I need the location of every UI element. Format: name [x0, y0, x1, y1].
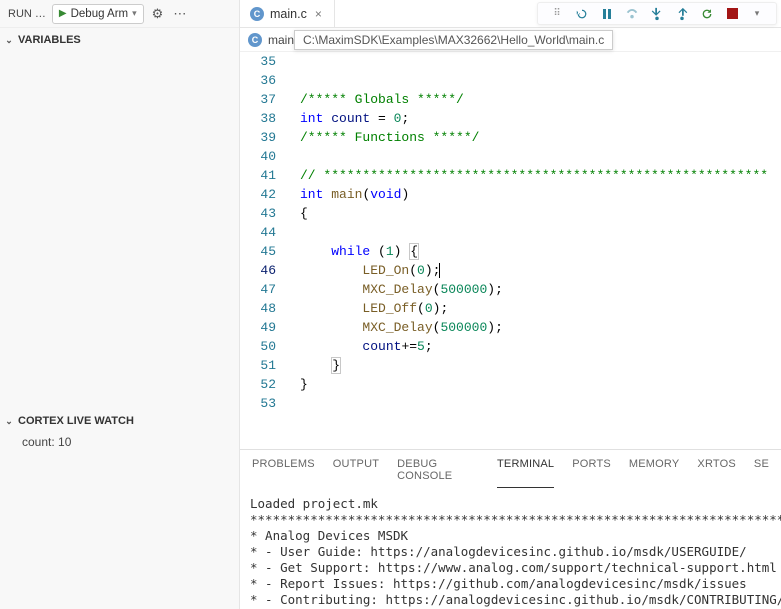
- terminal-line: * - User Guide: https://analogdevicesinc…: [250, 544, 771, 560]
- line-number: 44: [240, 223, 276, 242]
- cortex-section-title: CORTEX LIVE WATCH: [18, 415, 134, 427]
- close-icon[interactable]: ×: [313, 7, 324, 21]
- line-number: 42: [240, 185, 276, 204]
- step-out-button[interactable]: [671, 4, 693, 24]
- code-line[interactable]: [300, 147, 781, 166]
- sidebar: RUN … ▶ Debug Arm ▾ ⚙ ⋯ ⌄ VARIABLES ⌄ CO…: [0, 0, 240, 609]
- terminal-line: ****************************************…: [250, 512, 771, 528]
- terminal-line: * Analog Devices MSDK: [250, 528, 771, 544]
- line-number: 48: [240, 299, 276, 318]
- terminal-line: Loaded project.mk: [250, 496, 771, 512]
- code-line[interactable]: int main(void): [300, 185, 781, 204]
- panel-tab-ports[interactable]: PORTS: [572, 454, 611, 488]
- panel-tab-memory[interactable]: MEMORY: [629, 454, 680, 488]
- c-file-icon: C: [248, 33, 262, 47]
- tooltip-path: C:\MaximSDK\Examples\MAX32662\Hello_Worl…: [303, 33, 604, 47]
- reverse-continue-button[interactable]: [571, 4, 593, 24]
- watch-item-text: count: 10: [22, 435, 71, 449]
- chevron-down-icon[interactable]: ▾: [746, 4, 768, 24]
- start-debug-button[interactable]: ▶ Debug Arm ▾: [52, 4, 144, 24]
- variables-section-header[interactable]: ⌄ VARIABLES: [0, 28, 239, 52]
- restart-button[interactable]: [696, 4, 718, 24]
- terminal-line: * - Get Support: https://www.analog.com/…: [250, 560, 771, 576]
- code-line[interactable]: /***** Functions *****/: [300, 128, 781, 147]
- line-number: 53: [240, 394, 276, 413]
- bottom-panel: PROBLEMS OUTPUT DEBUG CONSOLE TERMINAL PORTS…: [240, 449, 781, 609]
- line-number: 36: [240, 71, 276, 90]
- gear-icon[interactable]: ⚙: [150, 4, 166, 24]
- cortex-section-header[interactable]: ⌄ CORTEX LIVE WATCH: [0, 409, 239, 433]
- line-number: 40: [240, 147, 276, 166]
- code-line[interactable]: [300, 71, 781, 90]
- watch-item[interactable]: count: 10: [0, 433, 239, 449]
- step-into-button[interactable]: [646, 4, 668, 24]
- line-number: 51: [240, 356, 276, 375]
- breadcrumb[interactable]: C main.c C:\MaximSDK\Examples\MAX32662\H…: [240, 28, 781, 52]
- line-number: 39: [240, 128, 276, 147]
- code-line[interactable]: count+=5;: [300, 337, 781, 356]
- line-number: 46: [240, 261, 276, 280]
- line-number: 41: [240, 166, 276, 185]
- line-number: 38: [240, 109, 276, 128]
- line-number: 49: [240, 318, 276, 337]
- pause-button[interactable]: [596, 4, 618, 24]
- code-line[interactable]: }: [300, 375, 781, 394]
- code-line[interactable]: LED_Off(0);: [300, 299, 781, 318]
- debug-config-name: Debug Arm: [71, 8, 129, 20]
- line-number: 47: [240, 280, 276, 299]
- panel-tab-se[interactable]: SE: [754, 454, 769, 488]
- chevron-down-icon: ⌄: [4, 416, 14, 427]
- play-icon: ▶: [59, 8, 67, 19]
- run-header: RUN … ▶ Debug Arm ▾ ⚙ ⋯: [0, 0, 239, 28]
- code-line[interactable]: }: [300, 356, 781, 375]
- terminal-line: * - Report Issues: https://github.com/an…: [250, 576, 771, 592]
- code-line[interactable]: MXC_Delay(500000);: [300, 318, 781, 337]
- panel-tab-output[interactable]: OUTPUT: [333, 454, 379, 488]
- code-line[interactable]: int count = 0;: [300, 109, 781, 128]
- tab-tooltip: C:\MaximSDK\Examples\MAX32662\Hello_Worl…: [294, 30, 613, 50]
- panel-tab-problems[interactable]: PROBLEMS: [252, 454, 315, 488]
- run-label: RUN …: [8, 8, 46, 20]
- chevron-down-icon: ⌄: [4, 35, 14, 46]
- editor-tabbar: C main.c × ⠿ ▾: [240, 0, 781, 28]
- panel-tab-xrtos[interactable]: XRTOS: [697, 454, 736, 488]
- terminal-output[interactable]: Loaded project.mk***********************…: [240, 488, 781, 609]
- code-line[interactable]: [300, 223, 781, 242]
- panel-tabbar: PROBLEMS OUTPUT DEBUG CONSOLE TERMINAL PORTS…: [240, 450, 781, 488]
- editor-tab-main-c[interactable]: C main.c ×: [240, 0, 335, 27]
- line-number: 50: [240, 337, 276, 356]
- debug-toolbar: ⠿ ▾: [537, 2, 777, 25]
- variables-section-title: VARIABLES: [18, 34, 81, 46]
- panel-tab-terminal[interactable]: TERMINAL: [497, 454, 554, 488]
- code-line[interactable]: [300, 52, 781, 71]
- chevron-down-icon: ▾: [132, 8, 137, 19]
- line-number: 43: [240, 204, 276, 223]
- panel-tab-debug-console[interactable]: DEBUG CONSOLE: [397, 454, 479, 488]
- line-number: 52: [240, 375, 276, 394]
- code-line[interactable]: // *************************************…: [300, 166, 781, 185]
- stop-button[interactable]: [721, 4, 743, 24]
- drag-handle-icon[interactable]: ⠿: [546, 4, 568, 24]
- code-line[interactable]: {: [300, 204, 781, 223]
- code-editor[interactable]: 35363738394041424344454647484950515253 /…: [240, 52, 781, 449]
- line-number: 45: [240, 242, 276, 261]
- editor-area: C main.c × ⠿ ▾ C main.c C:\MaximSDK\Exam…: [240, 0, 781, 609]
- line-number: 37: [240, 90, 276, 109]
- code-line[interactable]: /***** Globals *****/: [300, 90, 781, 109]
- code-body[interactable]: /***** Globals *****/int count = 0;/****…: [288, 52, 781, 449]
- terminal-line: * - Contributing: https://analogdevicesi…: [250, 592, 771, 608]
- step-over-button[interactable]: [621, 4, 643, 24]
- code-line[interactable]: [300, 394, 781, 413]
- code-line[interactable]: LED_On(0);: [300, 261, 781, 280]
- line-number: 35: [240, 52, 276, 71]
- line-gutter: 35363738394041424344454647484950515253: [240, 52, 288, 449]
- c-file-icon: C: [250, 7, 264, 21]
- code-line[interactable]: while (1) {: [300, 242, 781, 261]
- code-line[interactable]: MXC_Delay(500000);: [300, 280, 781, 299]
- more-icon[interactable]: ⋯: [171, 4, 188, 24]
- tab-label: main.c: [270, 7, 307, 21]
